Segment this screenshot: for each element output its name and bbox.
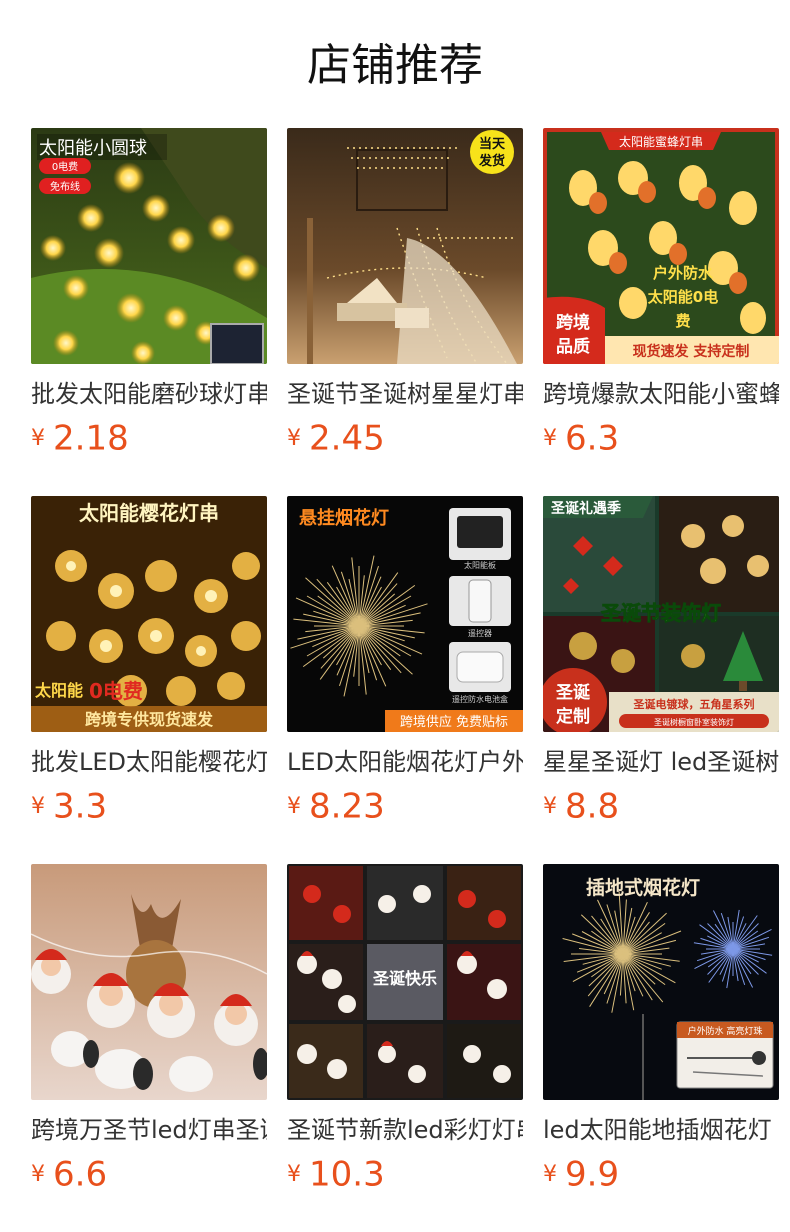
product-image[interactable]: 悬挂烟花灯 太阳能板 遥控器 遥控防水电池盒 跨境供应 免费贴标: [287, 496, 523, 732]
badge-text: 遥控防水电池盒: [452, 694, 508, 704]
product-image[interactable]: 插地式烟花灯 户外防水 高亮灯珠: [543, 864, 779, 1100]
product-name[interactable]: 批发LED太阳能樱花灯串: [31, 746, 267, 778]
currency-symbol: ¥: [287, 1161, 301, 1187]
badge-text: 圣诞节装饰灯: [601, 601, 721, 625]
currency-symbol: ¥: [31, 793, 45, 819]
christmas-star-lights-room-photo: 当天 发货: [287, 128, 523, 364]
badge-text: 圣诞树橱窗卧室装饰灯: [654, 717, 734, 727]
price-value: 10.3: [309, 1154, 385, 1195]
hanging-firework-light-photo: 悬挂烟花灯 太阳能板 遥控器 遥控防水电池盒 跨境供应 免费贴标: [287, 496, 523, 732]
currency-symbol: ¥: [31, 1161, 45, 1187]
product-image[interactable]: 太阳能樱花灯串 太阳能 0电费 跨境专供现货速发: [31, 496, 267, 732]
product-name[interactable]: 批发太阳能磨砂球灯串: [31, 378, 267, 410]
solar-cherry-blossom-lights-photo: 太阳能樱花灯串 太阳能 0电费 跨境专供现货速发: [31, 496, 267, 732]
product-price: ¥10.3: [287, 1152, 523, 1196]
badge-text: 费: [675, 312, 690, 330]
product-card[interactable]: 太阳能蜜蜂灯串 户外防水 太阳能0电 费 跨境 品质 现货速发 支持定制 跨境爆…: [543, 128, 779, 460]
product-image[interactable]: 太阳能蜜蜂灯串 户外防水 太阳能0电 费 跨境 品质 现货速发 支持定制: [543, 128, 779, 364]
price-value: 9.9: [565, 1154, 620, 1195]
badge-text: 现货速发 支持定制: [633, 343, 750, 360]
price-value: 8.8: [565, 786, 620, 827]
page-title: 店铺推荐: [307, 40, 483, 91]
badge-text: 跨境专供现货速发: [85, 710, 214, 729]
solar-bee-lights-photo: 太阳能蜜蜂灯串 户外防水 太阳能0电 费 跨境 品质 现货速发 支持定制: [543, 128, 779, 364]
badge-text: 0电费: [52, 160, 78, 173]
badge-text: 圣诞快乐: [372, 969, 437, 988]
product-price: ¥8.8: [543, 784, 779, 828]
product-image[interactable]: 太阳能小圆球 0电费 免布线: [31, 128, 267, 364]
product-image[interactable]: [31, 864, 267, 1100]
product-card[interactable]: 当天 发货 圣诞节圣诞树星星灯串 ¥2.45: [287, 128, 523, 460]
badge-text: 发货: [478, 153, 505, 169]
badge-text: 太阳能0电: [648, 288, 718, 306]
product-price: ¥9.9: [543, 1152, 779, 1196]
product-card[interactable]: 太阳能樱花灯串 太阳能 0电费 跨境专供现货速发 批发LED太阳能樱花灯串 ¥3…: [31, 496, 267, 828]
badge-text: 太阳能小圆球: [39, 138, 147, 159]
badge-text: 免布线: [50, 180, 80, 193]
christmas-ornament-lights-collage: 圣诞礼遇季 圣诞节装饰灯 圣诞 定制 圣诞电镀球，五角星系列 圣诞树橱窗卧室装饰…: [543, 496, 779, 732]
badge-text: 圣诞电镀球，五角星系列: [633, 697, 755, 711]
product-image[interactable]: 圣诞快乐: [287, 864, 523, 1100]
product-card[interactable]: 悬挂烟花灯 太阳能板 遥控器 遥控防水电池盒 跨境供应 免费贴标 LED太阳能烟…: [287, 496, 523, 828]
product-card[interactable]: 圣诞礼遇季 圣诞节装饰灯 圣诞 定制 圣诞电镀球，五角星系列 圣诞树橱窗卧室装饰…: [543, 496, 779, 828]
currency-symbol: ¥: [543, 1161, 557, 1187]
badge-text: 跨境: [556, 312, 590, 333]
product-name[interactable]: 跨境万圣节led灯串圣诞老人: [31, 1114, 267, 1146]
price-value: 6.6: [53, 1154, 108, 1195]
badge-text: 当天: [479, 136, 506, 152]
badge-text: 插地式烟花灯: [586, 876, 700, 899]
christmas-led-lights-collage: 圣诞快乐: [287, 864, 523, 1100]
solar-ball-lights-photo: 太阳能小圆球 0电费 免布线: [31, 128, 267, 364]
currency-symbol: ¥: [31, 425, 45, 451]
price-value: 2.45: [309, 418, 385, 459]
currency-symbol: ¥: [287, 793, 301, 819]
badge-text: 太阳能蜜蜂灯串: [619, 134, 703, 149]
product-name[interactable]: 圣诞节新款led彩灯灯串: [287, 1114, 523, 1146]
badge-text: 跨境供应 免费贴标: [400, 714, 508, 730]
price-value: 2.18: [53, 418, 129, 459]
badge-text: 圣诞礼遇季: [550, 500, 621, 517]
badge-text: 遥控器: [468, 628, 492, 638]
product-price: ¥6.3: [543, 416, 779, 460]
badge-text: 定制: [556, 706, 590, 727]
currency-symbol: ¥: [543, 793, 557, 819]
badge-text: 圣诞: [556, 682, 591, 703]
badge-text: 户外防水: [653, 264, 714, 282]
price-value: 8.23: [309, 786, 385, 827]
badge-text: 0电费: [89, 679, 143, 703]
badge-text: 太阳能: [34, 681, 83, 700]
product-name[interactable]: led太阳能地插烟花灯: [543, 1114, 779, 1146]
product-price: ¥2.18: [31, 416, 267, 460]
product-price: ¥3.3: [31, 784, 267, 828]
product-name[interactable]: LED太阳能烟花灯户外: [287, 746, 523, 778]
product-price: ¥6.6: [31, 1152, 267, 1196]
product-image[interactable]: 当天 发货: [287, 128, 523, 364]
badge-text: 太阳能樱花灯串: [79, 501, 219, 525]
price-value: 3.3: [53, 786, 108, 827]
product-card[interactable]: 插地式烟花灯 户外防水 高亮灯珠 led太阳能地插烟花灯 ¥9.9: [543, 864, 779, 1196]
badge-text: 太阳能板: [464, 560, 496, 570]
product-card[interactable]: 跨境万圣节led灯串圣诞老人 ¥6.6: [31, 864, 267, 1196]
currency-symbol: ¥: [543, 425, 557, 451]
product-card[interactable]: 太阳能小圆球 0电费 免布线 批发太阳能磨砂球灯串 ¥2.18: [31, 128, 267, 460]
badge-text: 户外防水 高亮灯珠: [688, 1025, 763, 1037]
santa-string-lights-photo: [31, 864, 267, 1100]
ground-firework-light-photo: 插地式烟花灯 户外防水 高亮灯珠: [543, 864, 779, 1100]
product-name[interactable]: 圣诞节圣诞树星星灯串: [287, 378, 523, 410]
product-name[interactable]: 跨境爆款太阳能小蜜蜂灯串: [543, 378, 779, 410]
badge-text: 悬挂烟花灯: [298, 507, 389, 529]
product-image[interactable]: 圣诞礼遇季 圣诞节装饰灯 圣诞 定制 圣诞电镀球，五角星系列 圣诞树橱窗卧室装饰…: [543, 496, 779, 732]
product-price: ¥8.23: [287, 784, 523, 828]
currency-symbol: ¥: [287, 425, 301, 451]
badge-text: 品质: [556, 337, 590, 357]
product-card[interactable]: 圣诞快乐 圣诞节新款led彩灯灯串 ¥10.3: [287, 864, 523, 1196]
price-value: 6.3: [565, 418, 620, 459]
product-price: ¥2.45: [287, 416, 523, 460]
product-name[interactable]: 星星圣诞灯 led圣诞树装饰: [543, 746, 779, 778]
